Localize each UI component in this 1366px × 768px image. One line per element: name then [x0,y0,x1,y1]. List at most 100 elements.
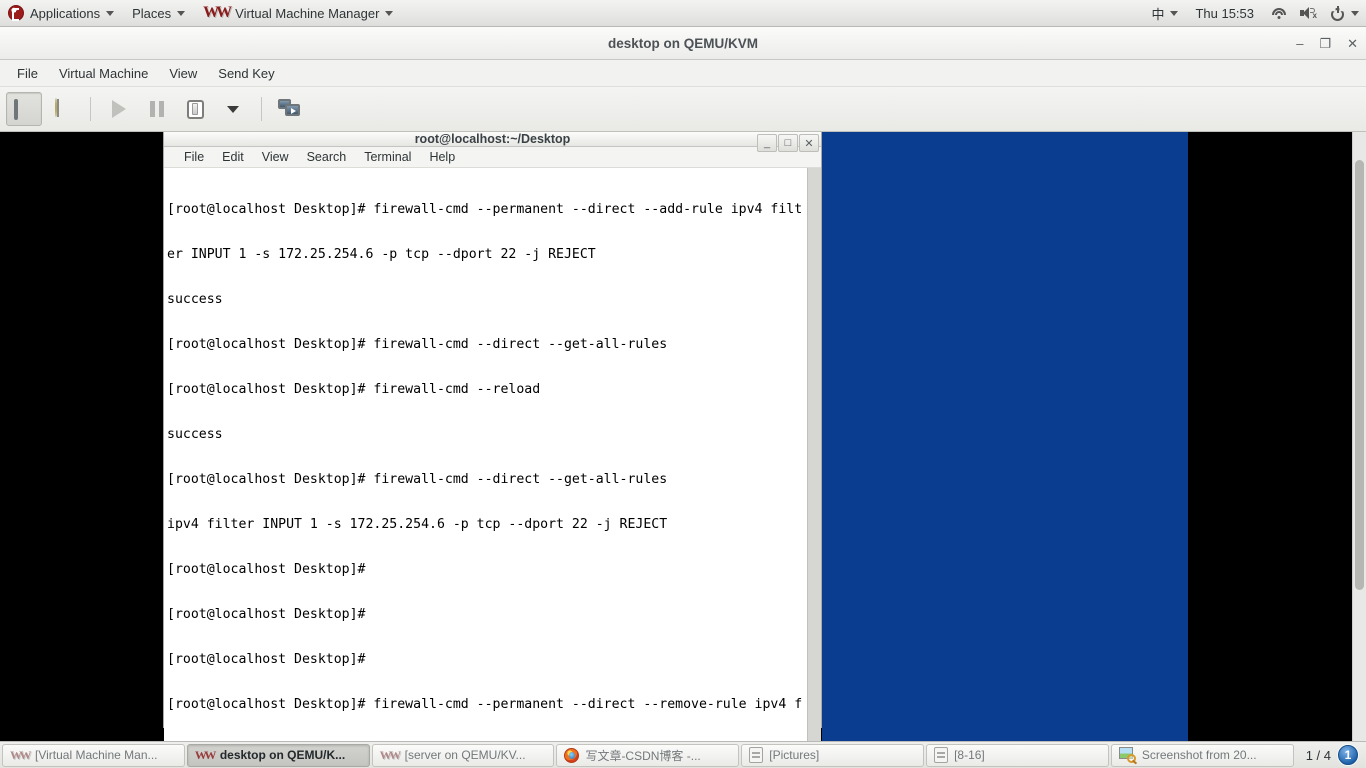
terminal-window-title: root@localhost:~/Desktop [415,132,571,146]
terminal-menu-view[interactable]: View [254,147,297,167]
lightbulb-icon [55,99,70,119]
vmm-maximize-button[interactable]: ❐ [1319,37,1331,50]
terminal-line: [root@localhost Desktop]# firewall-cmd -… [167,382,807,397]
network-status[interactable] [1264,0,1293,27]
virt-manager-window: desktop on QEMU/KVM ‒ ❐ ✕ File Virtual M… [0,27,1366,741]
terminal-maximize-button[interactable]: □ [778,134,798,152]
chevron-down-icon [227,106,239,113]
taskbar-item-desktop-vm[interactable]: WW desktop on QEMU/K... [187,744,370,767]
workspace-switcher[interactable]: 1 / 4 1 [1296,744,1364,767]
taskbar-item-label: [Pictures] [769,748,819,762]
menu-file[interactable]: File [8,62,47,85]
workspace-badge[interactable]: 1 [1338,745,1358,765]
terminal-scrollbar[interactable] [807,168,821,741]
taskbar-item-server-vm[interactable]: WW [server on QEMU/KV... [372,744,555,767]
terminal-line: [root@localhost Desktop]# [167,607,807,622]
taskbar-item-firefox[interactable]: 写文章-CSDN博客 -... [556,744,739,767]
screenshot-icon [1119,747,1136,763]
applications-menu[interactable]: Applications [0,0,123,27]
vmm-window-controls: ‒ ❐ ✕ [1296,27,1358,60]
places-menu-label: Places [132,6,171,21]
taskbar-item-label: [Virtual Machine Man... [35,748,158,762]
chevron-down-icon [385,11,393,16]
run-vm-button[interactable] [101,92,137,126]
files-icon [749,747,763,763]
terminal-body[interactable]: [root@localhost Desktop]# firewall-cmd -… [164,168,821,741]
taskbar-item-label: Screenshot from 20... [1142,748,1257,762]
chevron-down-icon [1170,11,1178,16]
menu-view[interactable]: View [160,62,206,85]
chevron-down-icon [177,11,185,16]
taskbar-item-pictures[interactable]: [Pictures] [741,744,924,767]
system-menu[interactable] [1324,0,1366,27]
show-graphical-console-button[interactable] [6,92,42,126]
terminal-minimize-button[interactable]: _ [757,134,777,152]
vmm-icon: WW [195,748,214,763]
terminal-line: success [167,427,807,442]
terminal-line: er INPUT 1 -s 172.25.254.6 -p tcp --dpor… [167,247,807,262]
menu-send-key[interactable]: Send Key [209,62,283,85]
shutdown-options-button[interactable] [215,92,251,126]
terminal-menu-terminal[interactable]: Terminal [356,147,419,167]
applications-menu-label: Applications [30,6,100,21]
gnome-top-panel: Applications Places WW Virtual Machine M… [0,0,1366,27]
screens-icon [278,99,302,119]
pause-vm-button[interactable] [139,92,175,126]
terminal-menu-edit[interactable]: Edit [214,147,252,167]
shutdown-vm-button[interactable] [177,92,213,126]
vm-console-viewport[interactable]: root@localhost:~/Desktop _ □ ✕ File Edit… [0,132,1366,741]
power-icon [1331,6,1345,20]
taskbar-item-label: [server on QEMU/KV... [405,748,526,762]
terminal-menu-help[interactable]: Help [421,147,463,167]
monitor-icon [14,101,34,118]
terminal-line: ipv4 filter INPUT 1 -s 172.25.254.6 -p t… [167,517,807,532]
toolbar-separator [261,97,262,121]
terminal-output[interactable]: [root@localhost Desktop]# firewall-cmd -… [164,168,807,741]
show-vm-details-button[interactable] [44,92,80,126]
vmm-toolbar [0,87,1366,132]
volume-status[interactable]: x [1293,0,1324,27]
vmm-app-menu[interactable]: WW Virtual Machine Manager [194,0,402,27]
clock[interactable]: Thu 15:53 [1185,0,1264,27]
taskbar-item-8-16[interactable]: [8-16] [926,744,1109,767]
speaker-muted-icon: x [1300,6,1317,20]
input-method-indicator[interactable]: 中 [1144,0,1185,27]
terminal-line: [root@localhost Desktop]# firewall-cmd -… [167,337,807,352]
places-menu[interactable]: Places [123,0,194,27]
terminal-line: [root@localhost Desktop]# firewall-cmd -… [167,472,807,487]
taskbar-item-virtual-machine-manager[interactable]: WW [Virtual Machine Man... [2,744,185,767]
terminal-menu-search[interactable]: Search [299,147,355,167]
menu-virtual-machine[interactable]: Virtual Machine [50,62,157,85]
vmm-app-menu-label: Virtual Machine Manager [235,6,379,21]
fedora-logo-icon [8,5,24,21]
terminal-window-controls: _ □ ✕ [757,134,819,152]
vmm-icon: WW [380,748,399,763]
terminal-menu-file[interactable]: File [176,147,212,167]
taskbar-item-label: [8-16] [954,748,985,762]
window-list-taskbar: WW [Virtual Machine Man... WW desktop on… [0,741,1366,768]
terminal-line: [root@localhost Desktop]# firewall-cmd -… [167,202,807,217]
input-method-label: 中 [1151,4,1164,23]
vmm-logo-icon: WW [203,4,229,22]
vmm-icon: WW [10,748,29,763]
terminal-line: [root@localhost Desktop]# [167,652,807,667]
vmm-close-button[interactable]: ✕ [1347,37,1358,50]
vmm-minimize-button[interactable]: ‒ [1296,37,1303,50]
vmm-window-title: desktop on QEMU/KVM [608,36,758,51]
wifi-icon [1271,7,1286,20]
toolbar-separator [90,97,91,121]
vm-viewport-scrollbar-thumb[interactable] [1355,160,1364,590]
firefox-icon [564,748,579,763]
taskbar-item-label: 写文章-CSDN博客 -... [585,747,700,764]
guest-desktop-background [822,132,1188,741]
terminal-close-button[interactable]: ✕ [799,134,819,152]
workspace-count-label: 1 / 4 [1306,748,1331,763]
chevron-down-icon [1351,11,1359,16]
vm-viewport-scrollbar[interactable] [1352,132,1366,741]
terminal-titlebar: root@localhost:~/Desktop _ □ ✕ [164,132,821,147]
taskbar-item-screenshot[interactable]: Screenshot from 20... [1111,744,1294,767]
play-icon [112,100,126,118]
clock-label: Thu 15:53 [1195,6,1254,21]
fullscreen-toggle-button[interactable] [272,92,308,126]
terminal-line: [root@localhost Desktop]# firewall-cmd -… [167,697,807,712]
